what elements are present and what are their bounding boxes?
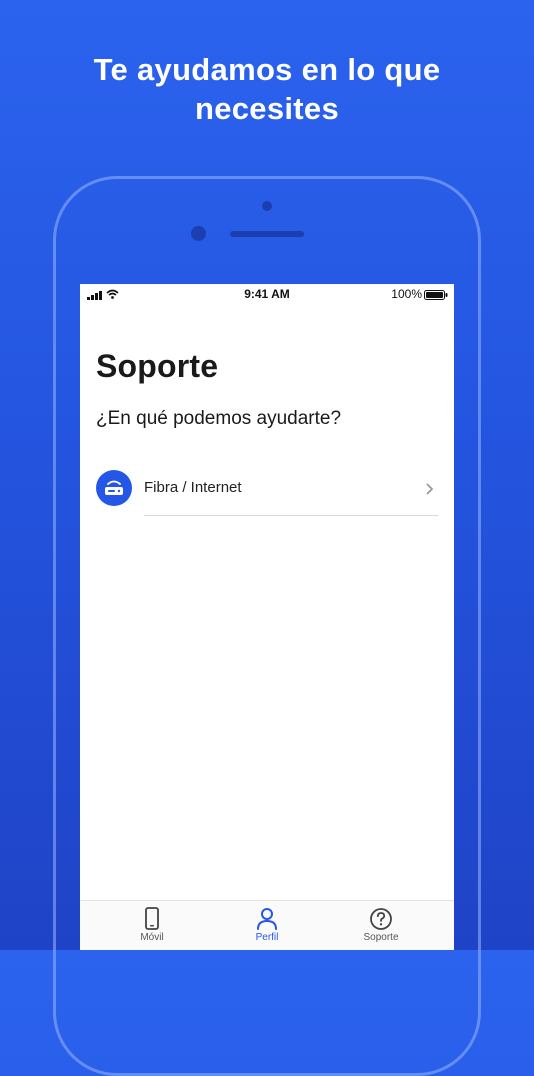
phone-speaker — [230, 231, 304, 237]
promo-headline-line-1: Te ayudamos en lo que — [93, 52, 441, 87]
page-subtitle: ¿En qué podemos ayudarte? — [96, 408, 342, 429]
tab-perfil[interactable]: Perfil — [205, 901, 329, 950]
promo-headline-line-2: necesites — [194, 91, 340, 126]
battery-percent: 100% — [391, 287, 422, 301]
phone-sensor — [191, 226, 206, 241]
tab-perfil-label: Perfil — [255, 932, 279, 943]
tab-movil[interactable]: Móvil — [90, 901, 214, 950]
tab-bar: Móvil Perfil Soporte — [80, 900, 454, 950]
help-icon — [370, 908, 392, 930]
row-divider — [144, 515, 438, 516]
chevron-right-icon — [426, 482, 434, 500]
tab-soporte[interactable]: Soporte — [319, 901, 443, 950]
page-title: Soporte — [96, 348, 219, 384]
support-option-label: Fibra / Internet — [144, 479, 242, 496]
phone-screen: 9:41 AM 100% Soporte ¿En qué podemos ayu… — [80, 284, 454, 950]
battery-icon — [424, 289, 448, 303]
user-icon — [257, 908, 277, 930]
router-icon — [96, 470, 132, 506]
tab-movil-label: Móvil — [140, 932, 164, 943]
promo-headline: Te ayudamos en lo que necesites — [0, 50, 534, 128]
status-bar: 9:41 AM 100% — [80, 284, 454, 304]
support-option-fibra-internet[interactable]: Fibra / Internet — [80, 470, 454, 516]
phone-camera — [262, 201, 272, 211]
tab-soporte-label: Soporte — [363, 932, 399, 943]
phone-icon — [145, 907, 159, 930]
